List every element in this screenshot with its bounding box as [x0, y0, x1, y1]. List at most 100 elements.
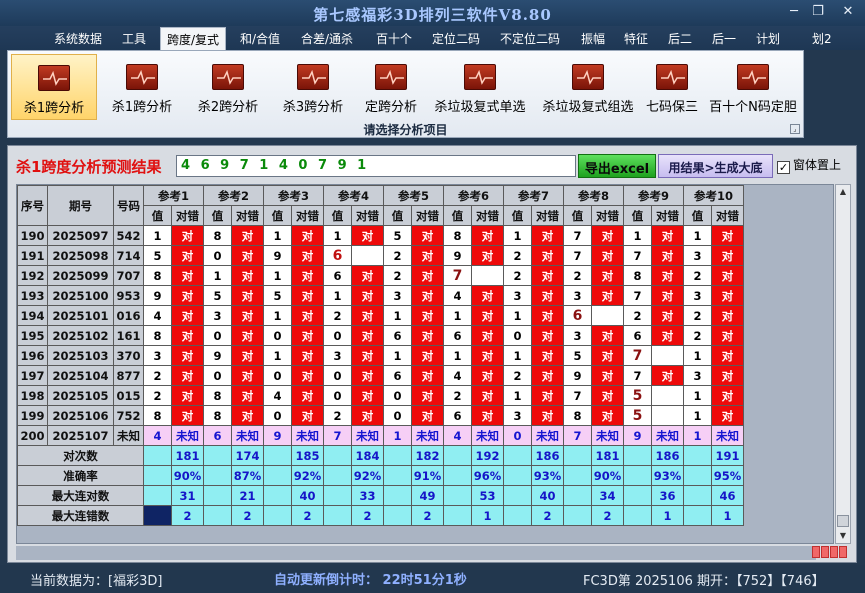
- stats-spacer: [383, 485, 412, 506]
- resize-grip-icon[interactable]: [812, 546, 848, 561]
- cell-hit: 对: [591, 405, 624, 426]
- ribbon-button-0[interactable]: 杀1跨分析: [11, 54, 97, 120]
- cell-hit: 对: [291, 225, 324, 246]
- cell-value: 1: [503, 305, 532, 326]
- stats-value: 92%: [351, 465, 384, 486]
- cell-value: 5: [563, 345, 592, 366]
- stats-spacer: [443, 445, 472, 466]
- menu-item-8[interactable]: 振幅: [581, 30, 605, 47]
- stats-spacer: [623, 485, 652, 506]
- cell-hit: 对: [471, 325, 504, 346]
- scroll-down-icon[interactable]: ▼: [836, 529, 850, 543]
- cell-hit: 对: [231, 385, 264, 406]
- ribbon-button-4[interactable]: 定跨分析: [358, 54, 424, 120]
- cell-unknown: 未知: [651, 425, 684, 446]
- menu-item-6[interactable]: 定位二码: [432, 30, 480, 47]
- menu-item-11[interactable]: 后一: [712, 30, 736, 47]
- menu-item-12[interactable]: 计划: [756, 30, 780, 47]
- cell-value: 7: [623, 365, 652, 386]
- cell-value: 0: [503, 325, 532, 346]
- cell-predict-value: 9: [623, 425, 652, 446]
- cell-value: 0: [383, 405, 412, 426]
- cell-hit: 对: [531, 365, 564, 386]
- cell-hit: 对: [291, 285, 324, 306]
- ribbon-button-label: 杀1跨分析: [23, 101, 85, 116]
- cell-predict-value: 1: [383, 425, 412, 446]
- ribbon-button-2[interactable]: 杀2跨分析: [188, 54, 268, 120]
- ribbon-button-1[interactable]: 杀1跨分析: [102, 54, 182, 120]
- stats-spacer: [443, 465, 472, 486]
- header-value: 值: [323, 205, 352, 226]
- stats-value: 91%: [411, 465, 444, 486]
- export-excel-button[interactable]: 导出excel: [578, 154, 656, 178]
- ribbon-button-3[interactable]: 杀3跨分析: [273, 54, 353, 120]
- stats-spacer: [263, 485, 292, 506]
- row-number: 542: [113, 225, 144, 246]
- header-value: 值: [563, 205, 592, 226]
- ribbon-button-8[interactable]: 百十个N码定胆: [705, 54, 801, 120]
- menu-item-13[interactable]: 划2: [812, 30, 832, 47]
- header-value: 值: [683, 205, 712, 226]
- cell-value: 6: [563, 305, 592, 326]
- cell-value: 6: [383, 325, 412, 346]
- stats-value: 34: [591, 485, 624, 506]
- menu-item-0[interactable]: 系统数据: [54, 30, 102, 47]
- ribbon-button-5[interactable]: 杀垃圾复式单选: [428, 54, 532, 120]
- scroll-thumb[interactable]: [837, 515, 849, 527]
- cell-value: 2: [683, 265, 712, 286]
- minimize-icon[interactable]: ─: [784, 4, 804, 19]
- cell-hit: 对: [651, 365, 684, 386]
- cell-value: 6: [323, 265, 352, 286]
- row-period: 2025100: [47, 285, 114, 306]
- menu-item-3[interactable]: 和/合值: [240, 30, 280, 47]
- close-icon[interactable]: ✕: [838, 4, 858, 19]
- cell-hit: 对: [411, 365, 444, 386]
- chart-icon: [375, 64, 407, 90]
- issue-status: FC3D第 2025106 期开：【752】【746】: [583, 574, 825, 589]
- menu-item-7[interactable]: 不定位二码: [500, 30, 560, 47]
- stats-spacer: [683, 465, 712, 486]
- cell-hit: 对: [651, 305, 684, 326]
- header-check: 对错: [591, 205, 624, 226]
- cell-value: 1: [323, 225, 352, 246]
- cell-hit: 对: [231, 225, 264, 246]
- menu-item-5[interactable]: 百十个: [376, 30, 412, 47]
- menu-item-2[interactable]: 跨度/复式: [160, 27, 227, 51]
- cell-value: 1: [203, 265, 232, 286]
- cell-value: 8: [203, 385, 232, 406]
- cell-hit: 对: [231, 345, 264, 366]
- ribbon-button-6[interactable]: 杀垃圾复式组选: [536, 54, 640, 120]
- scroll-up-icon[interactable]: ▲: [836, 185, 850, 199]
- menu-item-4[interactable]: 合差/通杀: [301, 30, 353, 47]
- result-field[interactable]: 4 6 9 7 1 4 0 7 9 1: [176, 155, 576, 177]
- chart-icon: [38, 65, 70, 91]
- topmost-checkbox[interactable]: ✓ 窗体置上: [777, 156, 841, 174]
- menu-item-10[interactable]: 后二: [668, 30, 692, 47]
- ribbon-launcher-icon[interactable]: ⌟: [790, 124, 800, 134]
- ribbon-button-7[interactable]: 七码保三: [642, 54, 702, 120]
- cell-value: 2: [383, 245, 412, 266]
- stats-spacer: [323, 445, 352, 466]
- restore-icon[interactable]: ❐: [808, 4, 828, 19]
- header-period: 期号: [47, 185, 114, 226]
- menu-item-1[interactable]: 工具: [122, 30, 146, 47]
- menu-item-9[interactable]: 特征: [624, 30, 648, 47]
- cell-value: 1: [683, 345, 712, 366]
- vertical-scrollbar[interactable]: ▲ ▼: [835, 184, 851, 544]
- cell-hit: 对: [711, 345, 744, 366]
- stats-value: 92%: [291, 465, 324, 486]
- generate-base-button[interactable]: 用结果>生成大底: [658, 154, 773, 178]
- cell-value: 1: [263, 305, 292, 326]
- row-period: 2025105: [47, 385, 114, 406]
- table-row: 194 2025101 016 4 对 3 对 1 对 2 对 1 对 1 对 1 对 6 2 对 2 对: [17, 305, 744, 326]
- cell-value: 5: [263, 285, 292, 306]
- cell-hit: 对: [591, 325, 624, 346]
- chart-icon: [656, 64, 688, 90]
- table-row: 196 2025103 370 3 对 9 对 1 对 3 对 1 对 1 对 1 对 5 对 7 1 对: [17, 345, 744, 366]
- stats-spacer: [383, 505, 412, 526]
- header-check: 对错: [291, 205, 324, 226]
- stats-value: 192: [471, 445, 504, 466]
- cell-value: 8: [143, 405, 172, 426]
- cell-value: 1: [503, 385, 532, 406]
- horizontal-strip: [16, 546, 816, 560]
